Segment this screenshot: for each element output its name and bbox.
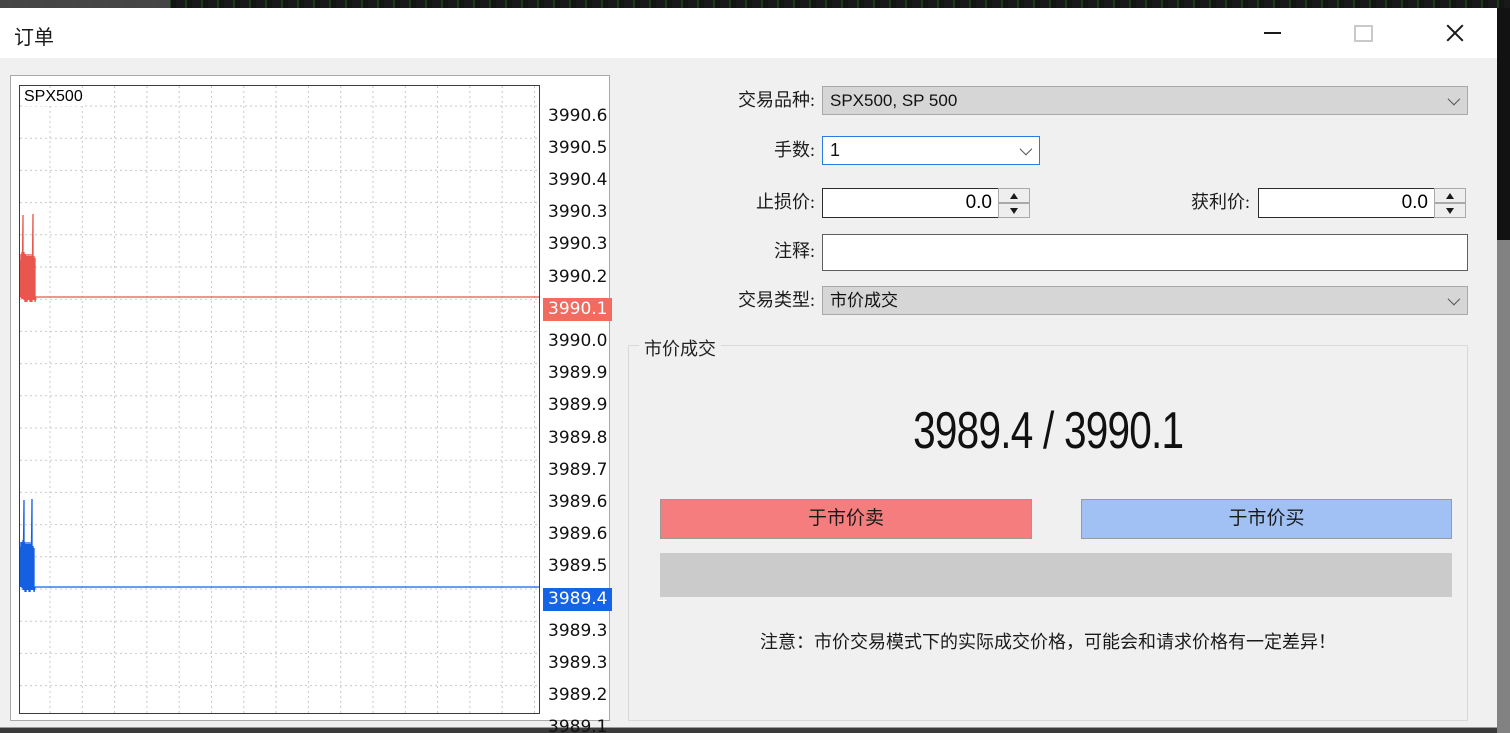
arrow-up-icon: [1446, 193, 1454, 199]
price-axis-label: 3990.5: [543, 137, 612, 160]
progress-bar: [660, 553, 1452, 597]
order-type-label: 交易类型:: [640, 286, 815, 315]
sell-at-market-button[interactable]: 于市价卖: [660, 499, 1032, 539]
background-app-strip-bottom: [0, 727, 1497, 733]
background-app-strip-left: [0, 0, 170, 8]
screen: 订单 SPX500 3990.6 3990.5 3990.4 3990.3 3990.3…: [0, 0, 1510, 733]
price-axis-label: 3989.9: [543, 394, 612, 417]
take-profit-spin-up-button[interactable]: [1434, 188, 1466, 203]
price-axis-label: 3990.6: [543, 105, 612, 128]
price-axis-label: 3989.8: [543, 427, 612, 450]
arrow-up-icon: [1010, 193, 1018, 199]
volume-combo-value: 1: [830, 140, 840, 160]
tick-chart-panel: SPX500 3990.63990.53990.43990.33990.3399…: [10, 75, 610, 721]
price-axis-label: 3989.6: [543, 523, 612, 546]
take-profit-spinner: [1434, 188, 1466, 218]
symbol-label: 交易品种:: [640, 86, 815, 115]
tick-chart-svg: [20, 86, 539, 713]
market-execution-group: 市价成交 3989.4 / 3990.1 于市价卖 于市价买 注意：市价交易模式…: [628, 345, 1468, 721]
arrow-down-icon: [1010, 208, 1018, 214]
price-axis-label: 3990.2: [543, 266, 612, 289]
take-profit-spin-down-button[interactable]: [1434, 203, 1466, 218]
order-dialog: 订单 SPX500 3990.6 3990.5 3990.4 3990.3 3990.3…: [0, 8, 1497, 727]
symbol-combo-value: SPX500, SP 500: [830, 91, 957, 110]
stop-loss-label: 止损价:: [640, 188, 815, 217]
title-bar: 订单: [0, 8, 1497, 58]
bid-ask-price-display: 3989.4 / 3990.1: [629, 401, 1467, 461]
volume-combo[interactable]: 1: [822, 136, 1040, 165]
maximize-icon: [1354, 25, 1373, 42]
tick-chart-plot: [19, 85, 540, 714]
stop-loss-spin-up-button[interactable]: [998, 188, 1030, 203]
ask-tick-line: [20, 214, 539, 302]
price-axis-label: 3989.7: [543, 459, 612, 482]
price-axis-label: 3990.0: [543, 330, 612, 353]
price-axis-label: 3989.5: [543, 555, 612, 578]
buy-at-market-button[interactable]: 于市价买: [1081, 499, 1452, 539]
order-type-combo[interactable]: 市价成交: [822, 286, 1468, 315]
price-axis-label: 3990.1: [543, 298, 612, 321]
take-profit-field[interactable]: 0.0: [1258, 188, 1435, 218]
price-axis-label: 3989.3: [543, 620, 612, 643]
symbol-combo[interactable]: SPX500, SP 500: [822, 86, 1468, 115]
minimize-button[interactable]: [1249, 13, 1295, 53]
volume-label: 手数:: [640, 136, 815, 165]
comment-input[interactable]: [822, 234, 1468, 271]
stop-loss-field[interactable]: 0.0: [822, 188, 999, 218]
comment-label: 注释:: [640, 237, 815, 266]
chart-symbol-label: SPX500: [22, 88, 85, 106]
bid-tick-line: [20, 499, 539, 592]
background-app-strip: [0, 0, 1510, 8]
price-axis-label: 3990.4: [543, 169, 612, 192]
price-axis-label: 3990.3: [543, 233, 612, 256]
arrow-down-icon: [1446, 208, 1454, 214]
dialog-title: 订单: [14, 21, 54, 50]
minimize-icon: [1264, 32, 1281, 34]
notice-text: 注意：市价交易模式下的实际成交价格，可能会和请求价格有一定差异！: [629, 628, 1467, 654]
price-axis-label: 3989.9: [543, 362, 612, 385]
stop-loss-spin-down-button[interactable]: [998, 203, 1030, 218]
maximize-button[interactable]: [1340, 13, 1386, 53]
price-axis-label: 3989.1: [543, 716, 612, 733]
chevron-down-icon: [1448, 293, 1461, 306]
price-axis-label: 3989.2: [543, 684, 612, 707]
stop-loss-spinner: [998, 188, 1030, 218]
background-app-strip-right-dark: [1497, 8, 1510, 240]
price-axis-label: 3989.3: [543, 652, 612, 675]
price-axis-label: 3989.6: [543, 491, 612, 514]
close-button[interactable]: [1432, 13, 1478, 53]
price-axis-label: 3989.4: [543, 588, 612, 611]
order-type-combo-value: 市价成交: [830, 291, 898, 310]
group-title: 市价成交: [639, 335, 721, 361]
chevron-down-icon: [1020, 143, 1033, 156]
take-profit-label: 获利价:: [1075, 188, 1250, 217]
price-axis: 3990.6 3990.5 3990.4 3990.3 3990.3 3990.2 3990…: [543, 76, 609, 720]
price-axis-label: 3990.3: [543, 201, 612, 224]
close-icon: [1445, 23, 1465, 43]
chevron-down-icon: [1448, 93, 1461, 106]
